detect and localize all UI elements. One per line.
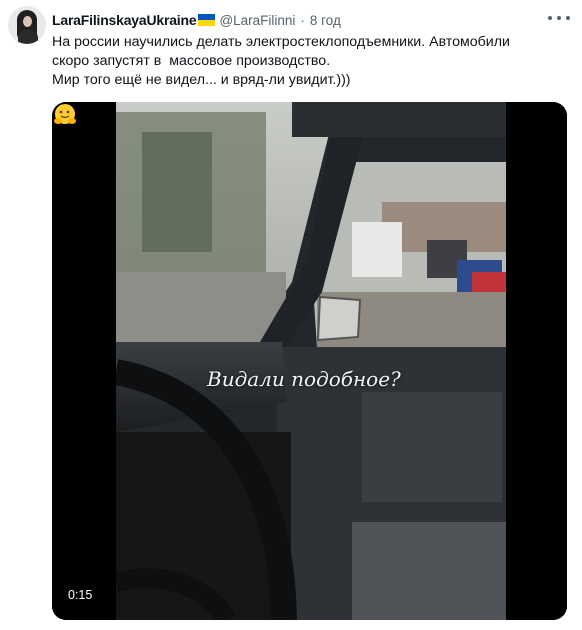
tweet-text-line: скоро запустят в массовое производство. — [52, 53, 331, 69]
tweet-text: На россии научились делать электростекло… — [52, 33, 567, 90]
separator-dot: · — [300, 12, 305, 28]
tweet-header: LaraFilinskayaUkraine @LaraFilinni · 8 г… — [52, 10, 341, 30]
more-options-icon[interactable] — [548, 10, 570, 26]
ukraine-flag-icon — [198, 14, 216, 26]
video-duration-badge: 0:15 — [62, 586, 99, 604]
tweet-text-line: На россии научились делать электростекло… — [52, 34, 510, 50]
tweet-timestamp[interactable]: 8 год — [310, 13, 341, 28]
avatar[interactable] — [8, 6, 46, 44]
tweet-text-line: Мир того ещё не видел... и вряд-ли увиди… — [52, 72, 351, 88]
avatar-body — [18, 30, 38, 44]
author-handle[interactable]: @LaraFilinni — [219, 13, 295, 28]
hugging-face-emoji-icon — [54, 104, 76, 124]
video-frame — [52, 102, 567, 620]
video-caption: Видали подобное? — [207, 367, 401, 391]
video-player[interactable]: Видали подобное? 0:15 — [52, 102, 567, 620]
avatar-face — [23, 16, 32, 27]
author-display-name[interactable]: LaraFilinskayaUkraine — [52, 12, 197, 28]
